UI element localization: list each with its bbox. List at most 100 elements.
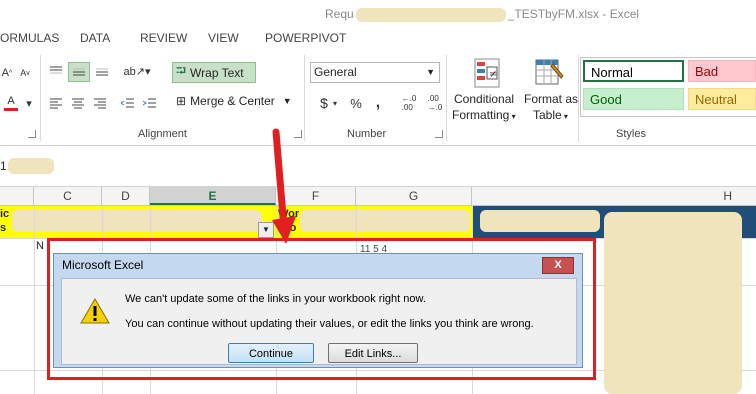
number-group-label: Number xyxy=(347,128,387,140)
cell-row1-text: N xyxy=(36,240,44,252)
align-middle-icon[interactable] xyxy=(68,62,90,82)
redaction xyxy=(480,210,600,232)
window-title: Requ _TESTbyFM.xlsx - Excel xyxy=(325,7,639,22)
title-bar: Requ _TESTbyFM.xlsx - Excel xyxy=(0,0,756,26)
dialog: Microsoft Excel X We can't update some o… xyxy=(53,253,583,368)
conditional-formatting-label-2: Formatting ▾ xyxy=(452,108,516,122)
style-neutral[interactable]: Neutral xyxy=(688,88,756,110)
continue-button[interactable]: Continue xyxy=(228,343,314,363)
number-launcher-icon[interactable] xyxy=(435,130,443,138)
comma-button[interactable]: , xyxy=(368,94,388,112)
style-good-label: Good xyxy=(590,92,622,107)
percent-button[interactable]: % xyxy=(346,94,366,112)
annotation-arrow xyxy=(272,128,296,244)
decrease-font-icon[interactable]: Av xyxy=(18,64,32,82)
edit-links-button[interactable]: Edit Links... xyxy=(328,343,418,363)
currency-symbol: $ xyxy=(320,95,328,111)
format-as-table-button[interactable]: Format as Table ▾ xyxy=(523,56,581,126)
conditional-formatting-label-2-text: Formatting xyxy=(452,108,510,122)
style-bad-label: Bad xyxy=(695,64,719,79)
column-header-e[interactable]: E xyxy=(150,187,276,205)
title-redaction xyxy=(355,7,506,22)
close-icon: X xyxy=(554,259,562,271)
conditional-formatting-button[interactable]: ≠ Conditional Formatting ▾ xyxy=(450,56,522,126)
percent-symbol: % xyxy=(350,95,362,111)
dialog-message-1: We can't update some of the links in you… xyxy=(125,293,426,305)
wrap-text-button[interactable]: ⮒ Wrap Text xyxy=(172,62,256,83)
name-box-value[interactable]: 1 xyxy=(0,159,7,173)
align-left-icon[interactable] xyxy=(46,94,66,112)
merge-center-button[interactable]: ⊞ Merge & Center ▼ xyxy=(176,94,292,108)
column-header-b[interactable] xyxy=(0,187,34,205)
align-center-icon[interactable] xyxy=(68,94,88,112)
conditional-formatting-icon: ≠ xyxy=(474,58,500,88)
chevron-down-icon: ▼ xyxy=(282,96,292,106)
tab-data[interactable]: DATA xyxy=(80,31,110,45)
warning-icon xyxy=(80,298,110,324)
title-prefix: Requ xyxy=(325,7,354,21)
formula-bar: 1 xyxy=(0,146,756,187)
redaction xyxy=(300,210,470,232)
align-right-icon[interactable] xyxy=(90,94,110,112)
chevron-down-icon: ▾ xyxy=(561,112,568,121)
font-launcher-icon[interactable] xyxy=(28,130,36,138)
number-format-select[interactable]: General ▼ xyxy=(310,62,440,83)
style-normal[interactable]: Normal xyxy=(583,60,684,82)
style-neutral-label: Neutral xyxy=(695,92,737,107)
decrease-decimal-label: .00 →.0 xyxy=(427,94,443,112)
tab-formulas[interactable]: ORMULAS xyxy=(0,31,59,45)
close-button[interactable]: X xyxy=(542,257,574,274)
chevron-down-icon: ▾ xyxy=(509,112,516,121)
merge-icon: ⊞ xyxy=(176,94,187,108)
increase-indent-icon[interactable] xyxy=(140,94,160,112)
divider xyxy=(578,55,579,141)
dialog-message-2: You can continue without updating their … xyxy=(125,318,534,330)
chevron-down-icon: ▼ xyxy=(426,67,435,77)
column-header-g[interactable]: G xyxy=(356,187,472,205)
tab-view[interactable]: VIEW xyxy=(208,31,239,45)
styles-group-label: Styles xyxy=(616,128,646,140)
conditional-formatting-label-1: Conditional xyxy=(454,92,515,106)
font-color-icon[interactable]: A xyxy=(4,94,18,111)
wrap-text-label: Wrap Text xyxy=(190,65,244,80)
decrease-indent-icon[interactable] xyxy=(118,94,138,112)
style-good[interactable]: Good xyxy=(583,88,684,110)
increase-decimal-button[interactable]: ←.0 .00 xyxy=(398,92,420,114)
column-header-h[interactable]: H xyxy=(472,187,756,205)
tab-powerpivot[interactable]: POWERPIVOT xyxy=(265,31,346,45)
column-header-d[interactable]: D xyxy=(102,187,150,205)
dialog-body: We can't update some of the links in you… xyxy=(61,278,577,365)
tab-review[interactable]: REVIEW xyxy=(140,31,187,45)
name-box-redaction xyxy=(8,158,54,174)
increase-font-icon[interactable]: A ^ xyxy=(0,64,14,82)
redaction xyxy=(604,212,742,394)
divider xyxy=(40,55,41,141)
align-bottom-icon[interactable] xyxy=(92,62,112,80)
format-as-table-label-1: Format as xyxy=(524,92,579,106)
format-as-table-label-2-text: Table xyxy=(533,108,562,122)
alignment-group-label: Alignment xyxy=(138,128,187,140)
style-normal-label: Normal xyxy=(591,65,633,80)
comma-symbol: , xyxy=(375,94,381,111)
title-suffix: _TESTbyFM.xlsx - Excel xyxy=(507,7,640,21)
chevron-down-icon[interactable]: ▾ xyxy=(330,94,340,112)
font-color-dropdown-icon[interactable]: ▾ xyxy=(24,94,34,112)
number-format-value: General xyxy=(314,65,357,79)
column-header-c[interactable]: C xyxy=(34,187,102,205)
format-as-table-label-2: Table ▾ xyxy=(533,108,568,122)
header-cell-a-text: ic s xyxy=(0,208,10,234)
decrease-decimal-button[interactable]: .00 →.0 xyxy=(424,92,446,114)
align-top-icon[interactable] xyxy=(46,62,66,80)
merge-center-label: Merge & Center xyxy=(190,94,275,108)
ribbon-tabs: ORMULAS DATA REVIEW VIEW POWERPIVOT xyxy=(0,26,756,51)
increase-decimal-label: ←.0 .00 xyxy=(401,94,417,112)
divider xyxy=(446,55,447,141)
format-as-table-icon xyxy=(535,59,564,85)
wrap-text-icon: ⮒ xyxy=(176,62,187,78)
redaction xyxy=(12,210,262,232)
svg-text:≠: ≠ xyxy=(489,69,497,80)
column-headers: C D E F G H xyxy=(0,187,756,206)
orientation-icon[interactable]: ab↗▾ xyxy=(122,62,152,80)
style-bad[interactable]: Bad xyxy=(688,60,756,82)
dialog-title: Microsoft Excel xyxy=(62,258,144,272)
